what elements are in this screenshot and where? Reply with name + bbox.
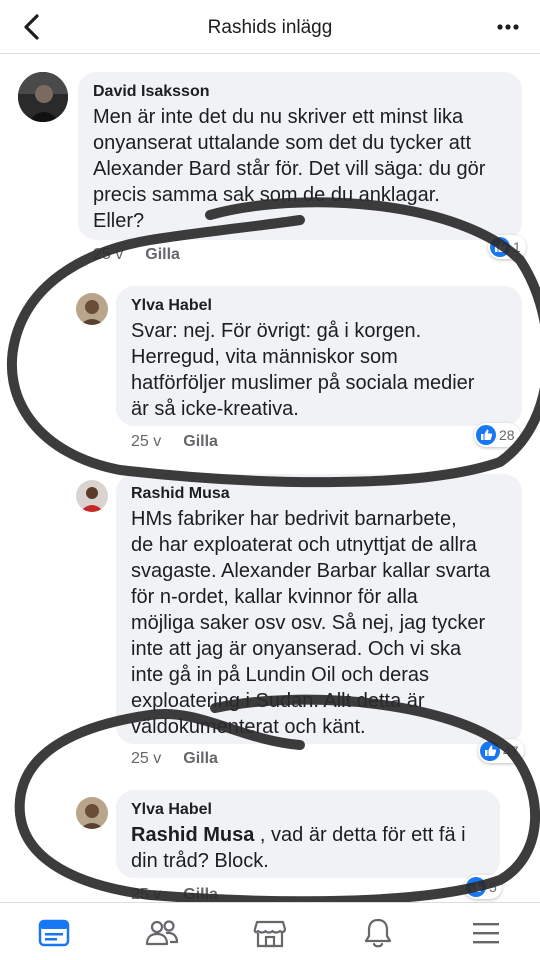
comment-meta: 25 v Gilla <box>131 433 218 451</box>
reaction-count[interactable]: 47 <box>478 739 524 763</box>
comment-time: 25 v <box>131 886 162 903</box>
comment-author[interactable]: David Isaksson <box>93 83 210 101</box>
avatar[interactable] <box>18 72 68 122</box>
comment-author[interactable]: Ylva Habel <box>131 801 212 819</box>
bottom-nav <box>0 902 540 960</box>
more-dots-icon[interactable] <box>492 12 524 42</box>
comment-text: Rashid Musa , vad är detta för ett fä i … <box>131 824 466 872</box>
avatar[interactable] <box>76 797 108 829</box>
comment-time: 25 v <box>93 246 124 263</box>
like-button[interactable]: Gilla <box>183 433 218 450</box>
like-button[interactable]: Gilla <box>145 246 180 263</box>
page-title: Rashids inlägg <box>207 17 333 38</box>
news-feed-icon[interactable] <box>34 913 74 953</box>
marketplace-icon[interactable] <box>250 913 290 953</box>
reaction-count[interactable]: 28 <box>474 423 520 447</box>
top-bar: Rashids inlägg <box>0 0 540 54</box>
menu-icon[interactable] <box>466 913 506 953</box>
comment-author[interactable]: Ylva Habel <box>131 297 212 315</box>
comment-text: HMs fabriker har bedrivit barnarbete, de… <box>131 508 491 738</box>
comment-time: 25 v <box>131 750 162 767</box>
reaction-count[interactable]: 5 <box>464 875 502 899</box>
comment-text: Men är inte det du nu skriver ett minst … <box>93 106 486 232</box>
like-reaction-icon <box>466 877 486 897</box>
avatar[interactable] <box>76 480 108 512</box>
avatar[interactable] <box>76 293 108 325</box>
notifications-bell-icon[interactable] <box>358 913 398 953</box>
like-button[interactable]: Gilla <box>183 750 218 767</box>
like-reaction-icon <box>476 425 496 445</box>
comment-time: 25 v <box>131 433 162 450</box>
like-reaction-icon <box>490 237 510 257</box>
comment-meta: 25 v Gilla <box>131 750 218 768</box>
comment-meta: 25 v Gilla <box>93 246 180 264</box>
comment-text: Svar: nej. För övrigt: gå i korgen. Herr… <box>131 320 475 420</box>
like-button[interactable]: Gilla <box>183 886 218 903</box>
friends-icon[interactable] <box>142 913 182 953</box>
reaction-count[interactable]: 1 <box>488 235 526 259</box>
like-reaction-icon <box>480 741 500 761</box>
mention-link[interactable]: Rashid Musa <box>131 824 254 846</box>
comment-author[interactable]: Rashid Musa <box>131 485 230 503</box>
